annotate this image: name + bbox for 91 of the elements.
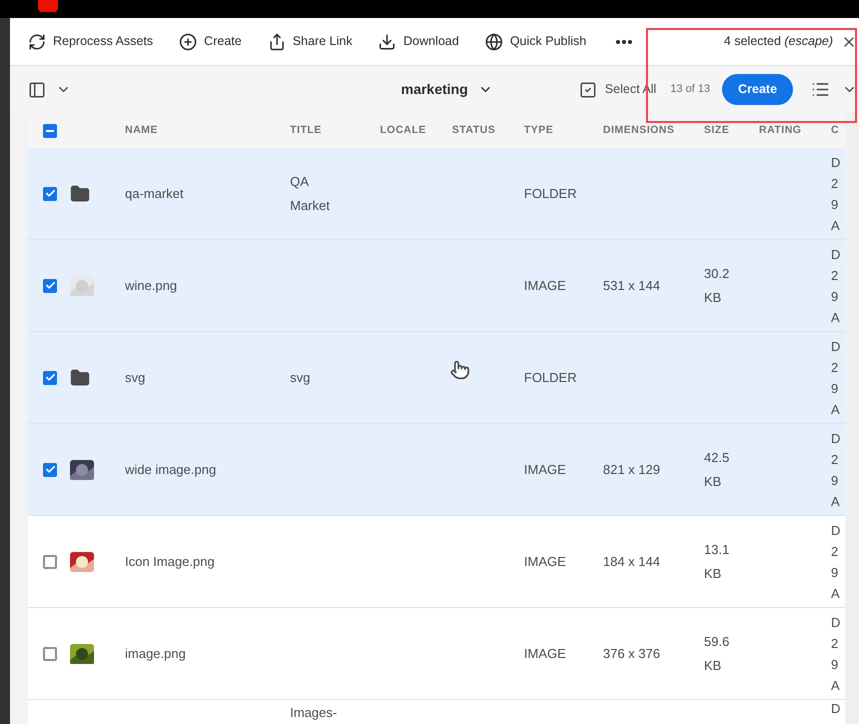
toolbar-button[interactable]: Quick Publish: [484, 32, 586, 51]
cut-text: 2: [831, 266, 840, 284]
panel-menu-button[interactable]: [28, 80, 71, 98]
asset-type: FOLDER: [524, 186, 577, 200]
checkbox[interactable]: [43, 554, 57, 568]
selection-count: 4 selected (escape): [724, 33, 834, 50]
column-header[interactable]: C: [831, 122, 845, 138]
checkbox[interactable]: [43, 646, 57, 660]
download-icon: [378, 32, 396, 50]
asset-title: Images-: [290, 705, 337, 720]
list-icon: [811, 80, 830, 99]
plus-circle-icon: [179, 32, 198, 50]
cut-text: 9: [831, 380, 840, 398]
cut-text: 2: [831, 634, 840, 652]
toolbar-button[interactable]: Create: [179, 32, 242, 51]
cut-text: A: [831, 308, 841, 326]
cut-text: A: [831, 492, 841, 510]
checkbox-icon: [578, 80, 597, 98]
folder-dropdown[interactable]: marketing: [401, 79, 493, 100]
table-row[interactable]: svg svg FOLDER D 2 9 A: [28, 332, 845, 424]
cut-text: 9: [831, 656, 840, 674]
file-size: 30.2 KB: [704, 266, 730, 304]
share-icon: [268, 32, 286, 50]
asset-title: QA Market: [290, 174, 330, 212]
cut-text: 2: [831, 358, 840, 376]
checkbox[interactable]: [43, 370, 57, 384]
column-header[interactable]: SIZE: [704, 122, 759, 138]
cut-text: D: [831, 154, 842, 172]
toolbar-button[interactable]: Download: [378, 32, 459, 51]
panel-icon: [28, 80, 46, 98]
cut-text: D: [831, 522, 842, 540]
asset-type: IMAGE: [524, 462, 566, 476]
file-size: 42.5 KB: [704, 450, 730, 488]
table-row[interactable]: wide image.png IMAGE 821 x 129 42.5 KB D 2 9 A: [28, 424, 845, 516]
create-button[interactable]: Create: [722, 74, 794, 105]
cut-text: 9: [831, 564, 840, 582]
dimensions-text: 376 x 376: [603, 646, 660, 660]
toolbar-button[interactable]: Share Link: [268, 32, 352, 51]
file-size: 13.1 KB: [704, 542, 730, 580]
file-name: wine.png: [125, 278, 178, 292]
column-header[interactable]: TITLE: [290, 122, 380, 138]
dimensions-text: 184 x 144: [603, 554, 660, 568]
file-name: qa-market: [125, 186, 184, 200]
cut-text: 2: [831, 542, 840, 560]
refresh-icon: [28, 32, 46, 50]
dimensions-text: 531 x 144: [603, 278, 660, 292]
file-size: 59.6 KB: [704, 634, 730, 672]
cut-text: D: [831, 246, 842, 264]
select-all-checkbox[interactable]: [43, 124, 57, 138]
cut-text: 9: [831, 288, 840, 306]
cut-text: A: [831, 400, 841, 418]
cut-text: D: [831, 430, 842, 448]
dimensions-text: 821 x 129: [603, 462, 660, 476]
file-name: Icon Image.png: [125, 554, 215, 568]
cut-text: 9: [831, 196, 840, 214]
file-name: wide image.png: [125, 462, 216, 476]
hand-cursor-icon: [450, 360, 470, 380]
globe-icon: [484, 32, 503, 50]
checkbox[interactable]: [43, 278, 57, 292]
cut-text: D: [831, 701, 842, 716]
asset-type: IMAGE: [524, 278, 566, 292]
item-count: 13 of 13: [670, 82, 710, 98]
table-row[interactable]: Images- D: [28, 700, 845, 724]
column-header[interactable]: RATING: [759, 122, 831, 138]
cut-text: D: [831, 338, 842, 356]
cut-text: 9: [831, 472, 840, 490]
more-icon: [616, 40, 632, 44]
column-header[interactable]: STATUS: [452, 122, 524, 138]
asset-type: IMAGE: [524, 646, 566, 660]
table-row[interactable]: Icon Image.png IMAGE 184 x 144 13.1 KB D 2 9 A: [28, 516, 845, 608]
cut-text: A: [831, 216, 841, 234]
column-header[interactable]: TYPE: [524, 122, 603, 138]
cut-text: D: [831, 614, 842, 632]
toolbar-button[interactable]: Reprocess Assets: [28, 32, 154, 51]
checkbox[interactable]: [43, 186, 57, 200]
cut-text: 2: [831, 174, 840, 192]
checkbox[interactable]: [43, 462, 57, 476]
cut-text: A: [831, 584, 841, 602]
asset-type: IMAGE: [524, 554, 566, 568]
asset-title: svg: [290, 370, 310, 384]
cut-text: 2: [831, 450, 840, 468]
table-row[interactable]: wine.png IMAGE 531 x 144 30.2 KB D 2 9 A: [28, 240, 845, 332]
column-header[interactable]: DIMENSIONS: [603, 122, 704, 138]
table-row[interactable]: qa-market QA Market FOLDER D 2 9 A: [28, 148, 845, 240]
file-name: svg: [125, 370, 146, 384]
asset-type: FOLDER: [524, 370, 577, 384]
file-name: image.png: [125, 646, 186, 660]
table-row[interactable]: image.png IMAGE 376 x 376 59.6 KB D 2 9 A: [28, 608, 845, 700]
column-header[interactable]: LOCALE: [380, 122, 452, 138]
cut-text: A: [831, 676, 841, 694]
column-header[interactable]: NAME: [125, 122, 290, 138]
